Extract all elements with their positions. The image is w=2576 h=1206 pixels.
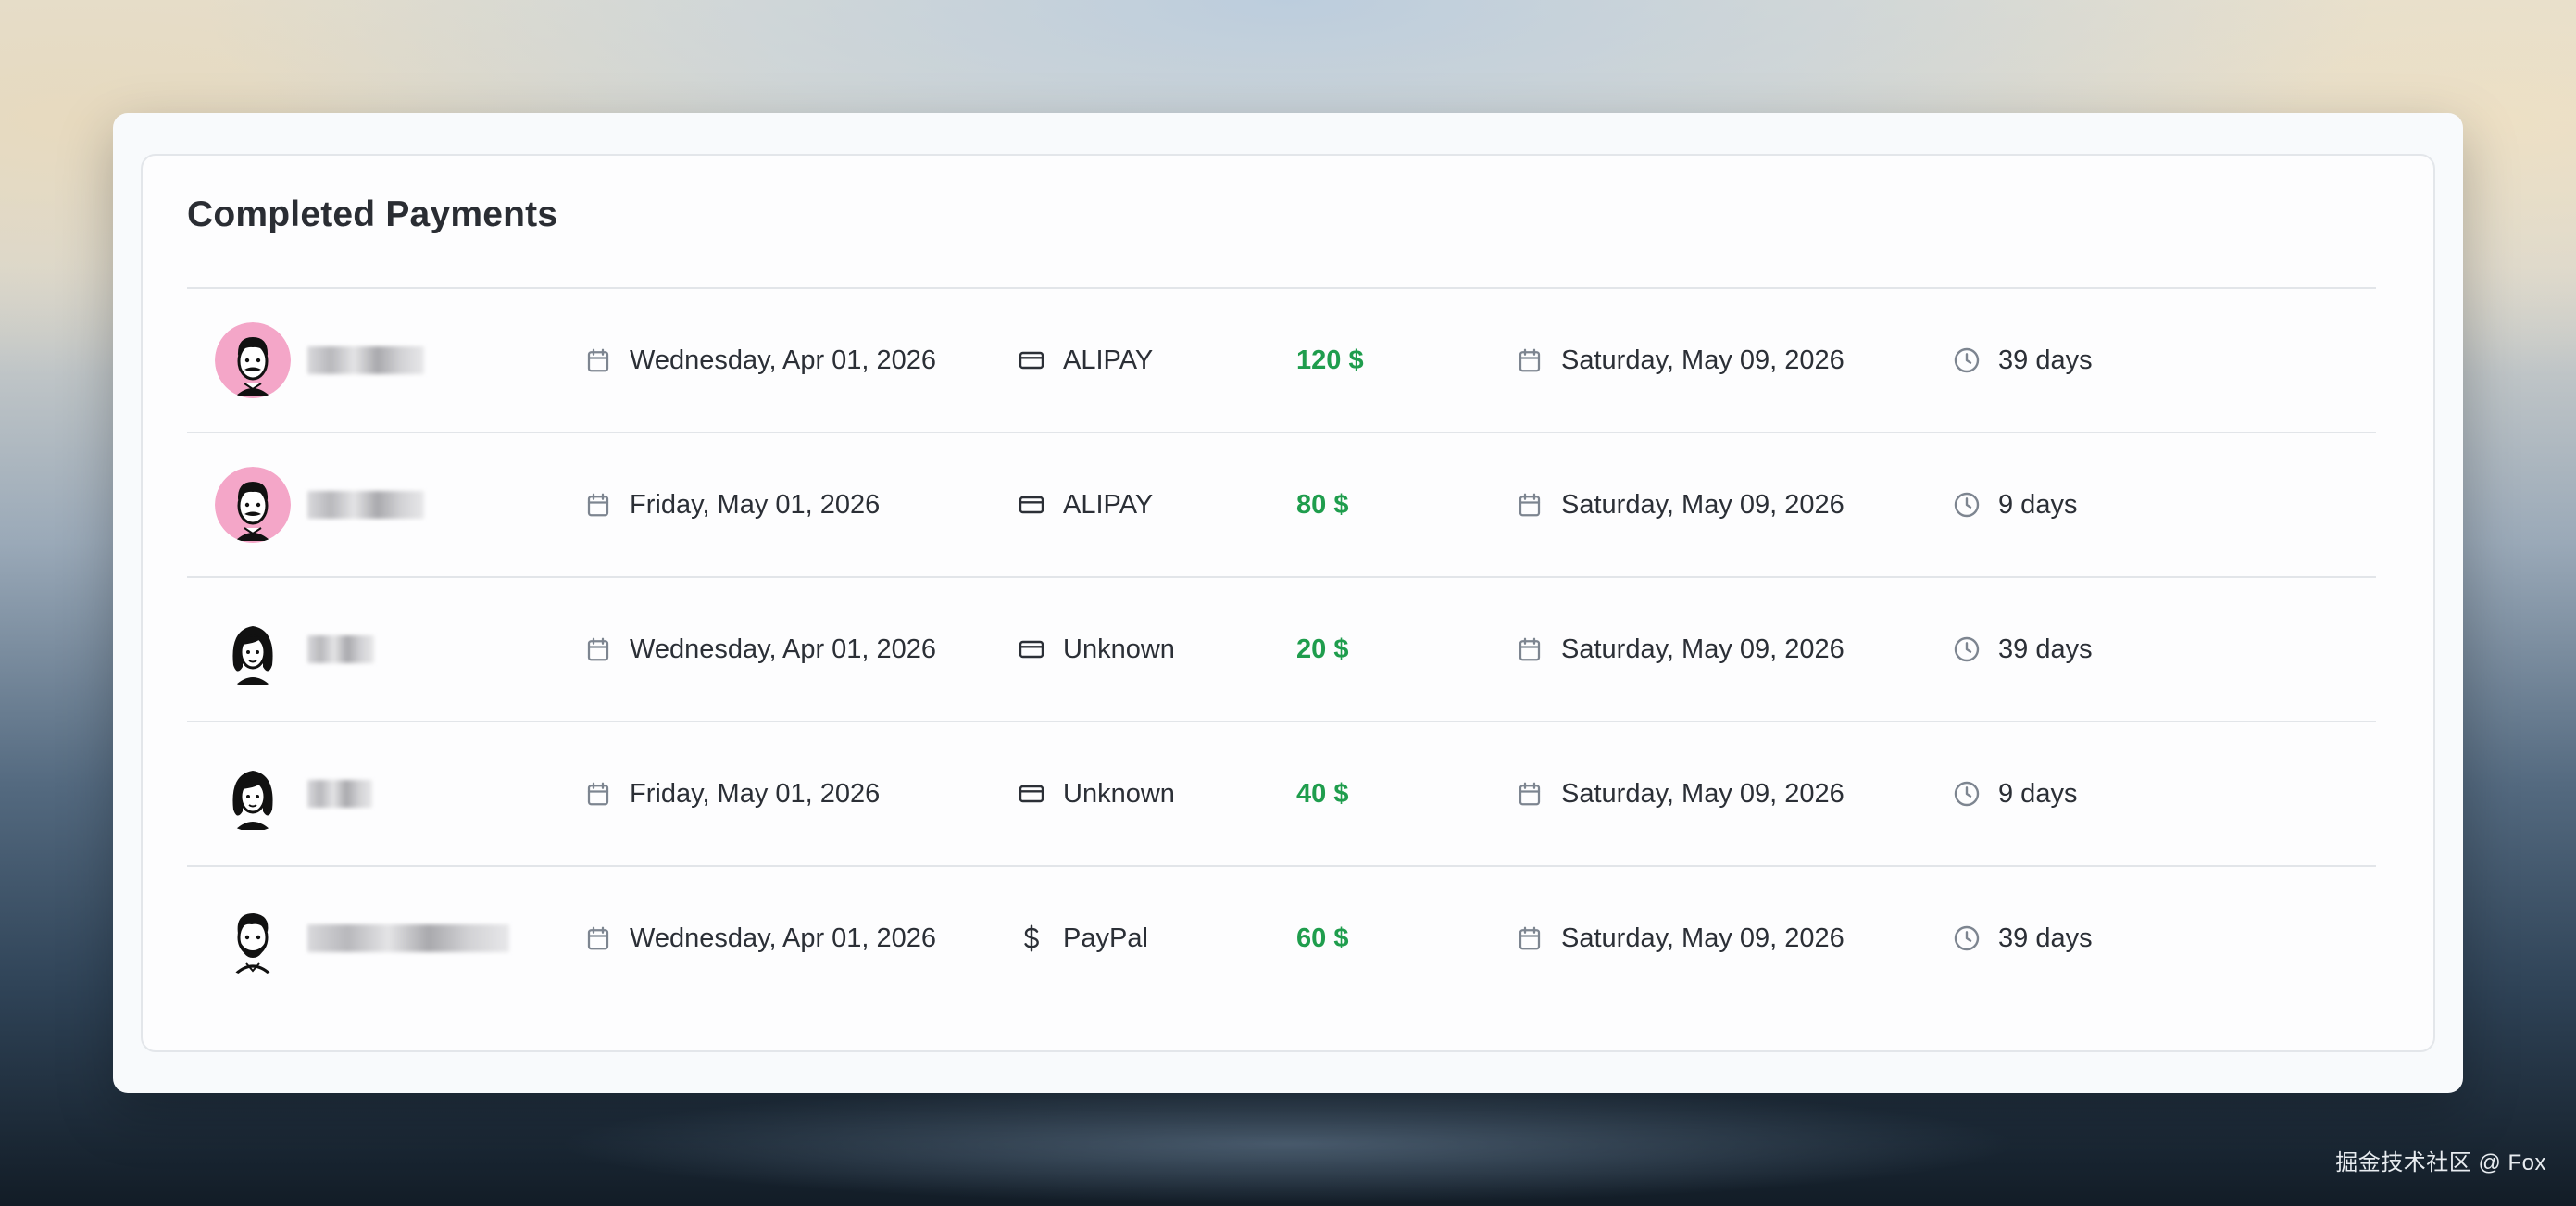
amount-cell: 40 $ — [1296, 722, 1348, 865]
created-date: Friday, May 01, 2026 — [630, 489, 881, 520]
avatar — [215, 900, 291, 976]
remaining-days: 39 days — [1998, 634, 2093, 664]
created-date-cell: Friday, May 01, 2026 — [583, 722, 880, 865]
created-date: Wednesday, Apr 01, 2026 — [630, 345, 937, 375]
payment-method-cell: ALIPAY — [1017, 433, 1153, 576]
payment-amount: 120 $ — [1296, 345, 1364, 375]
avatar — [215, 611, 291, 687]
calendar-icon — [583, 490, 613, 520]
due-date-cell: Saturday, May 09, 2026 — [1515, 289, 1844, 432]
clock-icon — [1952, 923, 1982, 953]
due-date: Saturday, May 09, 2026 — [1561, 489, 1844, 520]
customer-cell — [215, 289, 424, 432]
calendar-icon — [583, 634, 613, 664]
payment-method: Unknown — [1063, 778, 1175, 809]
customer-name-redacted — [307, 635, 374, 663]
payments-list: Wednesday, Apr 01, 2026 ALIPAY 120 $ Sat… — [187, 287, 2376, 1010]
customer-cell — [215, 722, 372, 865]
calendar-icon — [583, 779, 613, 809]
credit-card-icon — [1017, 634, 1046, 664]
payment-row[interactable]: Wednesday, Apr 01, 2026 PayPal 60 $ Satu… — [187, 865, 2376, 1010]
customer-name-redacted — [307, 346, 424, 374]
remaining-days: 39 days — [1998, 345, 2093, 375]
payment-row[interactable]: Friday, May 01, 2026 ALIPAY 80 $ Saturda… — [187, 432, 2376, 576]
watermark: 掘金技术社区 @ Fox — [2335, 1150, 2546, 1175]
payment-amount: 20 $ — [1296, 634, 1349, 664]
remaining-cell: 9 days — [1952, 722, 2077, 865]
calendar-icon — [583, 923, 613, 953]
avatar — [215, 756, 291, 832]
payment-method: ALIPAY — [1063, 345, 1154, 375]
amount-cell: 60 $ — [1296, 867, 1348, 1010]
clock-icon — [1952, 634, 1982, 664]
payment-amount: 40 $ — [1296, 778, 1349, 809]
amount-cell: 80 $ — [1296, 433, 1348, 576]
clock-icon — [1952, 490, 1982, 520]
remaining-days: 9 days — [1998, 489, 2078, 520]
dollar-sign-icon — [1017, 923, 1046, 953]
calendar-icon — [1515, 345, 1544, 375]
due-date: Saturday, May 09, 2026 — [1561, 634, 1844, 664]
avatar — [215, 467, 291, 543]
remaining-days: 39 days — [1998, 923, 2093, 953]
calendar-icon — [1515, 490, 1544, 520]
remaining-days: 9 days — [1998, 778, 2078, 809]
payment-method-cell: Unknown — [1017, 722, 1175, 865]
payments-card: Completed Payments Wednesday, Apr 01, 20… — [141, 154, 2435, 1052]
credit-card-icon — [1017, 490, 1046, 520]
remaining-cell: 39 days — [1952, 867, 2093, 1010]
created-date: Friday, May 01, 2026 — [630, 778, 881, 809]
created-date: Wednesday, Apr 01, 2026 — [630, 634, 937, 664]
payment-method-cell: Unknown — [1017, 578, 1175, 721]
credit-card-icon — [1017, 779, 1046, 809]
payment-row[interactable]: Friday, May 01, 2026 Unknown 40 $ Saturd… — [187, 721, 2376, 865]
page-title: Completed Payments — [187, 195, 558, 234]
customer-cell — [215, 867, 509, 1010]
payment-method: Unknown — [1063, 634, 1175, 664]
customer-cell — [215, 578, 374, 721]
calendar-icon — [1515, 779, 1544, 809]
due-date: Saturday, May 09, 2026 — [1561, 778, 1844, 809]
calendar-icon — [583, 345, 613, 375]
payment-method-cell: ALIPAY — [1017, 289, 1153, 432]
created-date-cell: Friday, May 01, 2026 — [583, 433, 880, 576]
remaining-cell: 39 days — [1952, 289, 2093, 432]
payment-amount: 80 $ — [1296, 489, 1349, 520]
due-date: Saturday, May 09, 2026 — [1561, 345, 1844, 375]
calendar-icon — [1515, 634, 1544, 664]
due-date-cell: Saturday, May 09, 2026 — [1515, 867, 1844, 1010]
customer-name-redacted — [307, 491, 424, 519]
amount-cell: 20 $ — [1296, 578, 1348, 721]
amount-cell: 120 $ — [1296, 289, 1364, 432]
payment-method-cell: PayPal — [1017, 867, 1148, 1010]
created-date-cell: Wednesday, Apr 01, 2026 — [583, 578, 936, 721]
customer-name-redacted — [307, 924, 509, 952]
customer-cell — [215, 433, 424, 576]
avatar — [215, 322, 291, 398]
payment-row[interactable]: Wednesday, Apr 01, 2026 ALIPAY 120 $ Sat… — [187, 287, 2376, 432]
payment-method: PayPal — [1063, 923, 1148, 953]
background-glow — [556, 1084, 2020, 1204]
created-date-cell: Wednesday, Apr 01, 2026 — [583, 867, 936, 1010]
calendar-icon — [1515, 923, 1544, 953]
credit-card-icon — [1017, 345, 1046, 375]
created-date: Wednesday, Apr 01, 2026 — [630, 923, 937, 953]
clock-icon — [1952, 779, 1982, 809]
payment-amount: 60 $ — [1296, 923, 1349, 953]
due-date-cell: Saturday, May 09, 2026 — [1515, 722, 1844, 865]
due-date-cell: Saturday, May 09, 2026 — [1515, 578, 1844, 721]
remaining-cell: 9 days — [1952, 433, 2077, 576]
created-date-cell: Wednesday, Apr 01, 2026 — [583, 289, 936, 432]
customer-name-redacted — [307, 780, 372, 808]
payment-row[interactable]: Wednesday, Apr 01, 2026 Unknown 20 $ Sat… — [187, 576, 2376, 721]
payments-panel: Completed Payments Wednesday, Apr 01, 20… — [113, 113, 2463, 1093]
remaining-cell: 39 days — [1952, 578, 2093, 721]
due-date: Saturday, May 09, 2026 — [1561, 923, 1844, 953]
clock-icon — [1952, 345, 1982, 375]
payment-method: ALIPAY — [1063, 489, 1154, 520]
due-date-cell: Saturday, May 09, 2026 — [1515, 433, 1844, 576]
